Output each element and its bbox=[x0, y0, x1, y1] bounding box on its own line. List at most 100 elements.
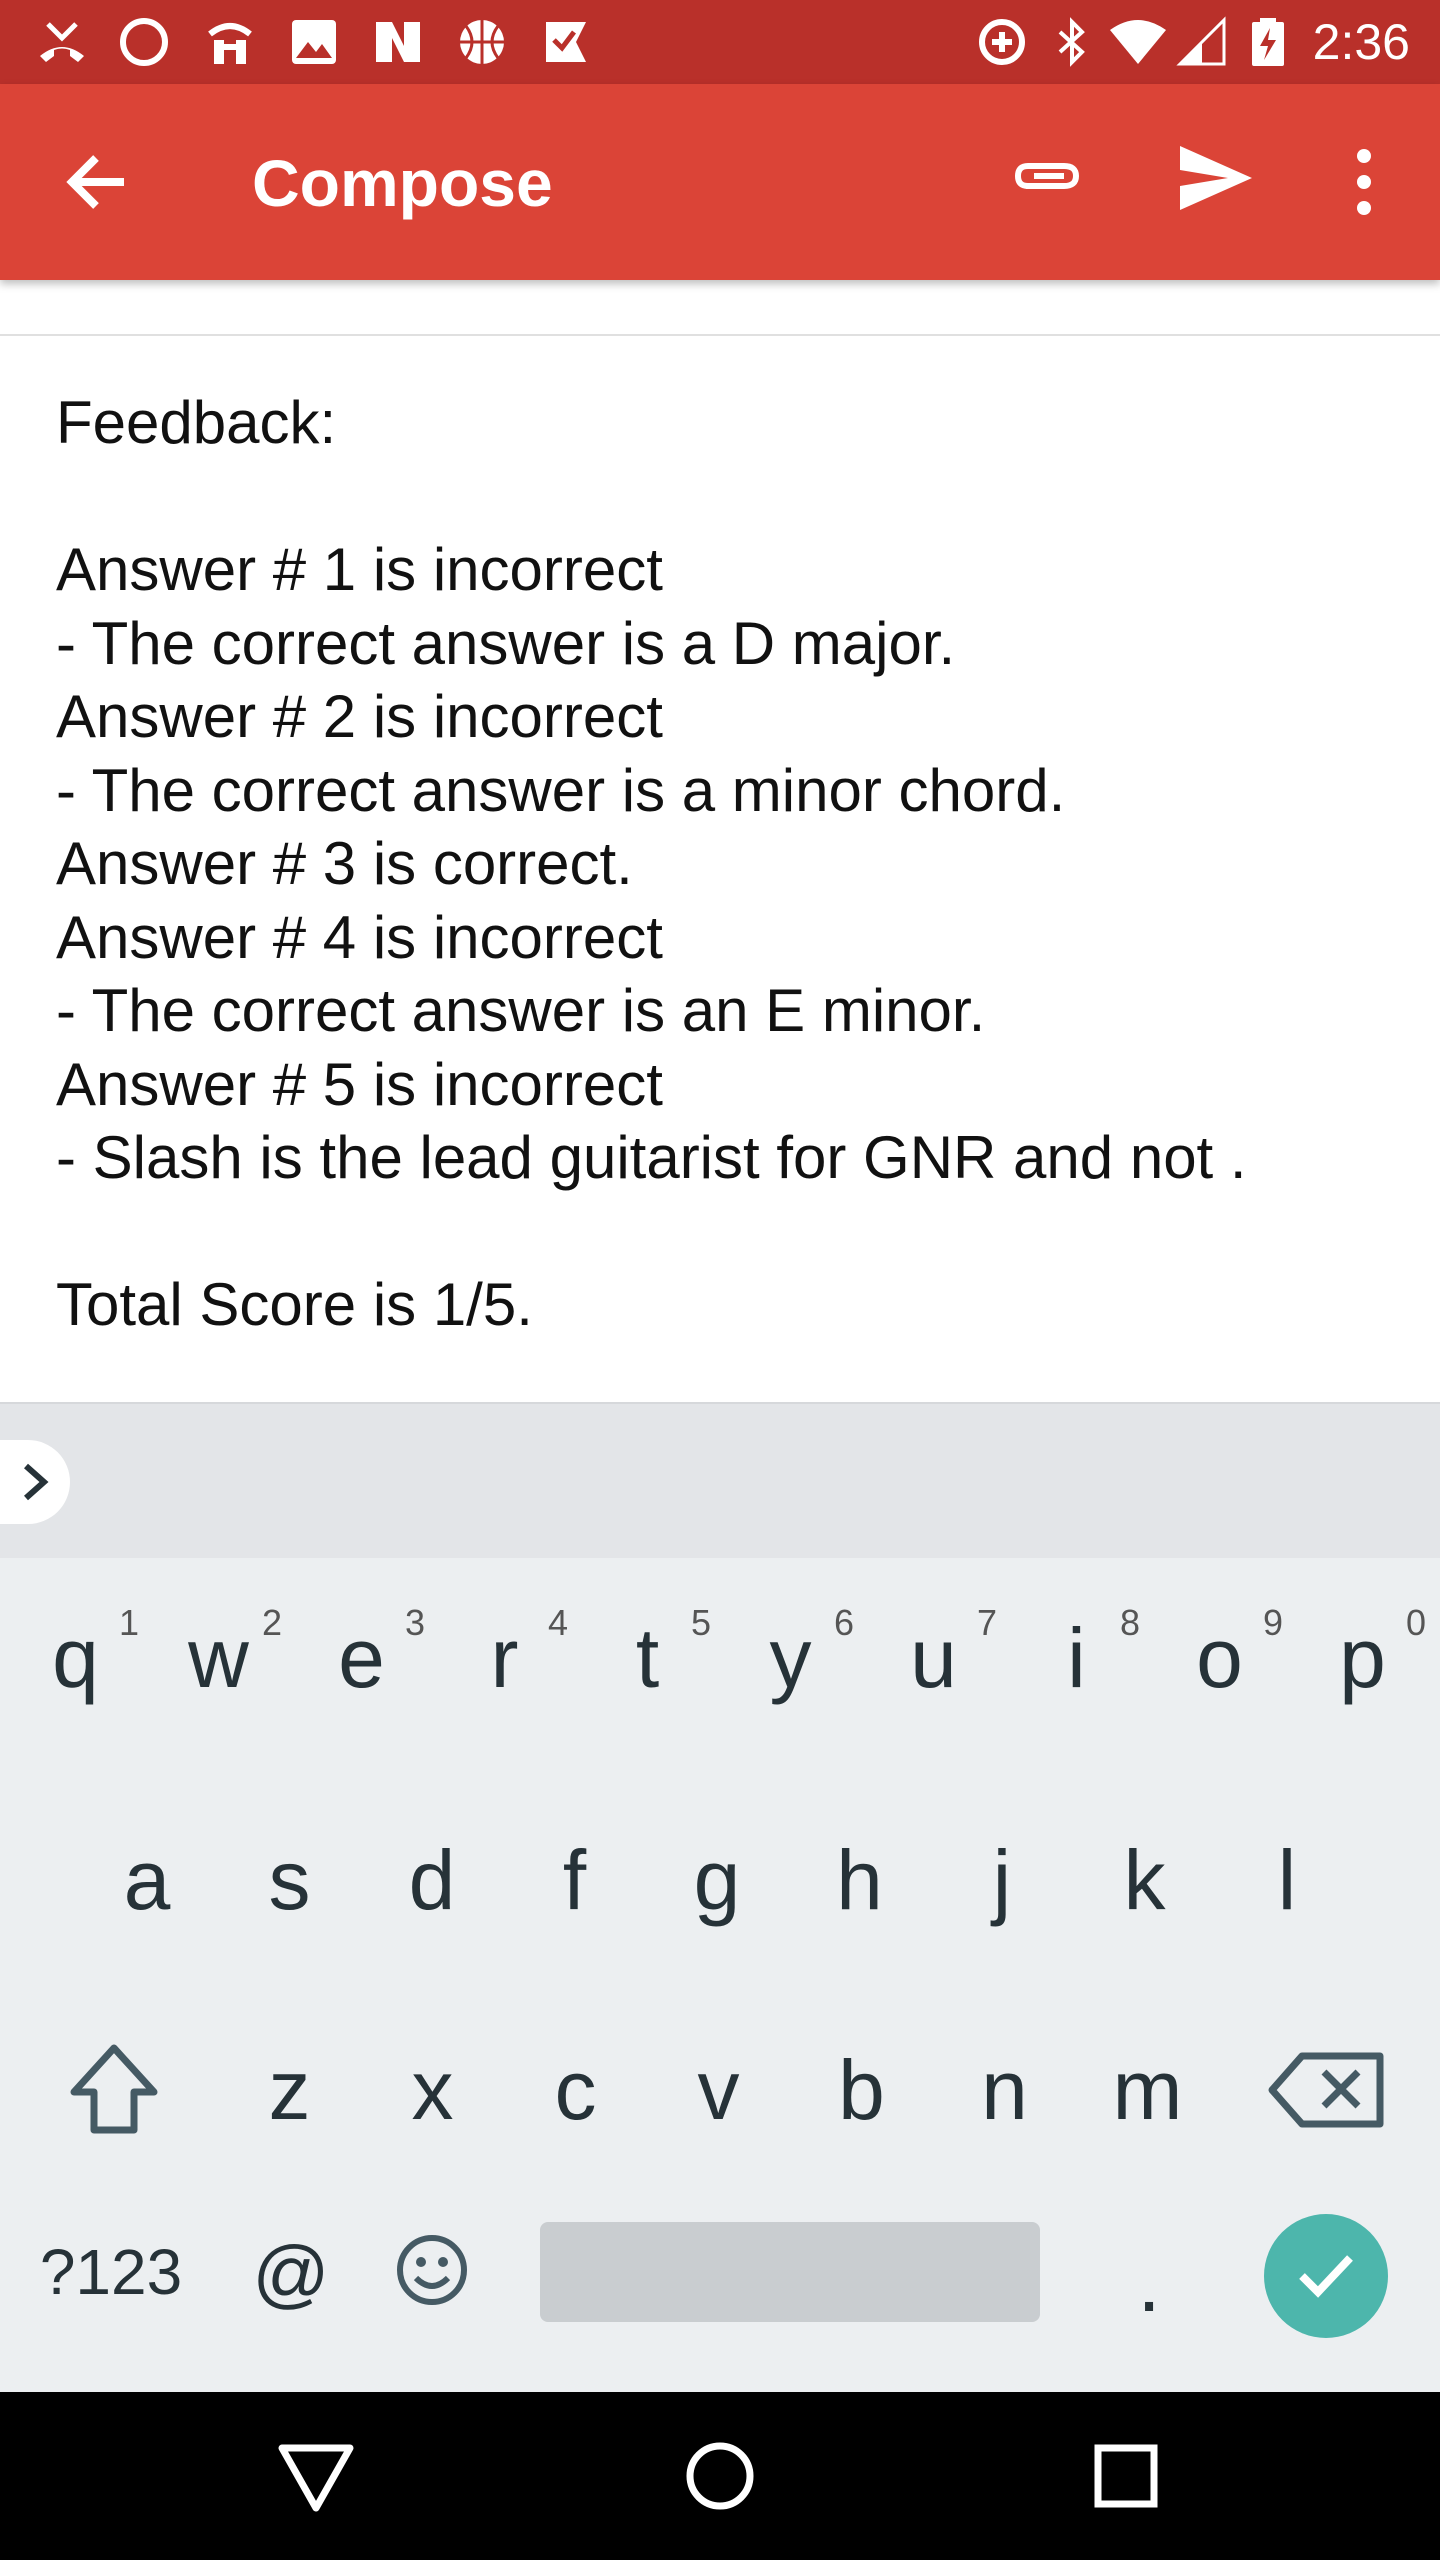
key-k[interactable]: k bbox=[1074, 1808, 1216, 1948]
app-bar: Compose bbox=[0, 84, 1440, 280]
key-number-hint: 5 bbox=[690, 1602, 711, 1643]
key-number-hint: 7 bbox=[976, 1602, 997, 1643]
key-f[interactable]: f bbox=[504, 1808, 646, 1948]
key-g[interactable]: g bbox=[646, 1808, 788, 1948]
key-number-hint: 4 bbox=[547, 1602, 568, 1643]
body-line: Answer # 5 is incorrect bbox=[56, 1050, 663, 1118]
key-number-hint: 6 bbox=[833, 1602, 854, 1643]
emoji-key[interactable] bbox=[386, 2222, 496, 2322]
check-icon bbox=[1299, 2255, 1353, 2298]
wifi-icon bbox=[1108, 16, 1168, 68]
body-line: Answer # 2 is incorrect bbox=[56, 683, 663, 750]
key-label: f bbox=[562, 1833, 587, 1927]
shift-key[interactable] bbox=[46, 2030, 182, 2150]
compose-body[interactable]: Feedback: Answer # 1 is incorrect - The co… bbox=[56, 386, 1396, 1342]
nav-back-icon[interactable] bbox=[274, 2434, 358, 2518]
key-z[interactable]: z bbox=[218, 2018, 361, 2158]
nav-recents-icon[interactable] bbox=[1084, 2434, 1168, 2518]
key-l[interactable]: l bbox=[1216, 1808, 1358, 1948]
key-label: d bbox=[408, 1833, 456, 1927]
done-key[interactable] bbox=[1264, 2214, 1388, 2338]
missed-call-icon bbox=[36, 16, 88, 68]
key-i[interactable]: i8 bbox=[1005, 1598, 1148, 1738]
body-line: Total Score is 1/5. bbox=[56, 1271, 533, 1338]
page-title: Compose bbox=[252, 146, 553, 220]
battery-charging-icon bbox=[1248, 16, 1288, 68]
body-line: Answer # 4 is incorrect bbox=[56, 903, 663, 971]
key-s[interactable]: s bbox=[219, 1808, 361, 1948]
key-label: m bbox=[1112, 2043, 1183, 2137]
key-h[interactable]: h bbox=[789, 1808, 931, 1948]
key-m[interactable]: m bbox=[1076, 2018, 1219, 2158]
backspace-icon bbox=[1268, 2052, 1384, 2128]
key-p[interactable]: p0 bbox=[1291, 1598, 1434, 1738]
body-line: Answer # 1 is incorrect bbox=[56, 536, 663, 603]
body-line: Feedback: bbox=[56, 389, 337, 456]
basketball-icon bbox=[456, 16, 508, 68]
expand-toolbar-button[interactable] bbox=[0, 1440, 70, 1524]
key-label: v bbox=[697, 2043, 740, 2137]
bluetooth-icon bbox=[1046, 16, 1098, 68]
key-d[interactable]: d bbox=[361, 1808, 503, 1948]
symbols-key[interactable]: ?123 bbox=[16, 2222, 206, 2322]
shift-icon bbox=[70, 2044, 158, 2134]
key-t[interactable]: t5 bbox=[576, 1598, 719, 1738]
checkmark-flag-icon bbox=[540, 16, 592, 68]
key-label: h bbox=[836, 1833, 883, 1927]
at-key[interactable]: @ bbox=[236, 2222, 346, 2322]
status-bar: 2:36 bbox=[0, 0, 1440, 84]
key-label: l bbox=[1277, 1833, 1297, 1927]
more-vert-icon[interactable] bbox=[1324, 142, 1404, 222]
key-j[interactable]: j bbox=[931, 1808, 1073, 1948]
nav-home-icon[interactable] bbox=[678, 2434, 762, 2518]
key-w[interactable]: w2 bbox=[147, 1598, 290, 1738]
cell-signal-icon bbox=[1176, 16, 1228, 68]
key-number-hint: 2 bbox=[261, 1602, 282, 1643]
key-label: c bbox=[554, 2043, 597, 2137]
key-label: b bbox=[838, 2043, 885, 2137]
body-line: - Slash is the lead guitarist for GNR an… bbox=[56, 1124, 1247, 1191]
body-line: - The correct answer is an E minor. bbox=[56, 977, 986, 1044]
space-key[interactable] bbox=[540, 2222, 1040, 2322]
keyboard: q1w2e3r4t5y6u7i8o9p0 a s d f g h j k l z x c v b nm ?… bbox=[0, 1558, 1440, 2392]
emoji-icon bbox=[397, 2235, 467, 2305]
suggestion-strip bbox=[0, 1402, 1440, 1560]
period-key[interactable]: . bbox=[1094, 2222, 1204, 2329]
key-x[interactable]: x bbox=[361, 2018, 504, 2158]
key-a[interactable]: a bbox=[76, 1808, 218, 1948]
arrow-back-icon[interactable] bbox=[58, 142, 138, 222]
key-y[interactable]: y6 bbox=[719, 1598, 862, 1738]
key-label: g bbox=[693, 1833, 741, 1927]
send-icon[interactable] bbox=[1176, 138, 1256, 218]
key-label: x bbox=[411, 2043, 454, 2137]
body-line: - The correct answer is a minor chord. bbox=[56, 756, 1066, 824]
divider bbox=[0, 334, 1440, 336]
key-r[interactable]: r4 bbox=[433, 1598, 576, 1738]
body-line: Answer # 3 is correct. bbox=[56, 830, 633, 897]
key-number-hint: 8 bbox=[1119, 1602, 1140, 1643]
key-o[interactable]: o9 bbox=[1148, 1598, 1291, 1738]
key-u[interactable]: u7 bbox=[862, 1598, 1005, 1738]
key-number-hint: 1 bbox=[118, 1602, 139, 1643]
key-c[interactable]: c bbox=[504, 2018, 647, 2158]
key-label: z bbox=[268, 2043, 311, 2137]
key-label: k bbox=[1123, 1833, 1166, 1927]
amtrak-icon bbox=[204, 16, 256, 68]
body-line: - The correct answer is a D major. bbox=[56, 609, 956, 677]
key-v[interactable]: v bbox=[647, 2018, 790, 2158]
backspace-key[interactable] bbox=[1258, 2030, 1394, 2150]
key-q[interactable]: q1 bbox=[4, 1598, 147, 1738]
key-number-hint: 0 bbox=[1405, 1602, 1426, 1643]
key-label: j bbox=[992, 1833, 1012, 1927]
data-saver-icon bbox=[976, 16, 1028, 68]
photo-icon bbox=[288, 16, 340, 68]
paperclip-icon[interactable] bbox=[1006, 142, 1086, 222]
key-number-hint: 9 bbox=[1262, 1602, 1283, 1643]
key-label: a bbox=[123, 1833, 171, 1927]
key-e[interactable]: e3 bbox=[290, 1598, 433, 1738]
key-label: n bbox=[981, 2043, 1028, 2137]
key-b[interactable]: b bbox=[790, 2018, 933, 2158]
status-time: 2:36 bbox=[1312, 14, 1410, 70]
key-n[interactable]: n bbox=[933, 2018, 1076, 2158]
